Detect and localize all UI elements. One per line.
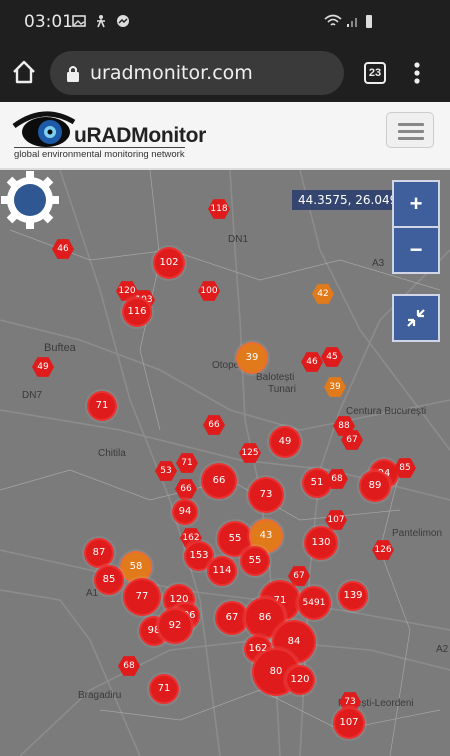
fullscreen-button[interactable]	[392, 294, 440, 342]
settings-gear-icon[interactable]	[0, 170, 60, 230]
zoom-out-button[interactable]: −	[392, 226, 440, 274]
site-header: uRADMonitor global environmental monitor…	[0, 102, 450, 170]
menu-bar-icon	[398, 123, 424, 126]
accessibility-icon	[97, 15, 105, 28]
map-label: Bragadiru	[78, 690, 122, 701]
map-label: DN7	[22, 390, 43, 401]
sensor-cluster-marker[interactable]: 77	[123, 578, 161, 616]
image-icon	[72, 15, 86, 27]
sensor-cluster-marker[interactable]: 102	[153, 247, 185, 279]
browser-toolbar: uradmonitor.com 23	[0, 44, 450, 102]
menu-bar-icon	[398, 130, 424, 133]
sensor-cluster-marker[interactable]: 92	[157, 608, 193, 644]
sensor-cluster-marker[interactable]: 71	[87, 391, 117, 421]
menu-bar-icon	[398, 137, 424, 140]
signal-icon	[347, 18, 357, 27]
more-options-icon[interactable]	[412, 60, 422, 86]
status-bar: 03:01	[0, 0, 450, 44]
brand-tagline: global environmental monitoring network	[14, 147, 185, 160]
map-canvas[interactable]: DN1 Buftea DN7 Otopeni Balotești Tunari …	[0, 170, 450, 756]
map-label: DN1	[228, 234, 249, 245]
status-time: 03:01	[24, 12, 73, 32]
home-icon[interactable]	[10, 58, 38, 86]
collapse-arrows-icon	[407, 309, 425, 327]
map-label: Chitila	[98, 448, 126, 459]
sensor-cluster-marker[interactable]: 130	[304, 526, 338, 560]
address-bar[interactable]: uradmonitor.com	[50, 51, 344, 95]
sensor-cluster-marker[interactable]: 51	[302, 468, 332, 498]
map-label: Centura București	[346, 406, 427, 417]
sensor-cluster-marker[interactable]: 116	[122, 297, 152, 327]
map-label: A3	[372, 258, 385, 269]
sensor-cluster-marker[interactable]: 5491	[297, 586, 331, 620]
url-text: uradmonitor.com	[90, 62, 253, 84]
brand-name[interactable]: uRADMonitor	[74, 124, 206, 148]
sensor-cluster-marker[interactable]: 114	[207, 556, 237, 586]
map-label: Balotești	[256, 372, 295, 383]
tab-switcher-button[interactable]: 23	[364, 62, 386, 84]
sensor-cluster-marker[interactable]: 120	[285, 665, 315, 695]
menu-toggle-button[interactable]	[386, 112, 434, 148]
map-label: Buftea	[44, 342, 76, 354]
sensor-cluster-marker[interactable]: 71	[149, 674, 179, 704]
sensor-cluster-marker[interactable]: 73	[248, 477, 284, 513]
sensor-cluster-marker[interactable]: 139	[338, 581, 368, 611]
sensor-cluster-marker[interactable]: 107	[333, 707, 365, 739]
sensor-cluster-marker[interactable]: 87	[84, 538, 114, 568]
messenger-icon	[117, 15, 129, 27]
sensor-cluster-marker[interactable]: 66	[201, 463, 237, 499]
sensor-cluster-marker[interactable]: 94	[172, 499, 198, 525]
lock-icon	[67, 66, 79, 82]
battery-icon	[366, 15, 372, 28]
sensor-cluster-marker[interactable]: 89	[359, 470, 391, 502]
sensor-cluster-marker[interactable]: 39	[236, 342, 268, 374]
sensor-cluster-marker[interactable]: 85	[94, 565, 124, 595]
sensor-cluster-marker[interactable]: 55	[240, 546, 270, 576]
map-label: Pantelimon	[392, 528, 443, 539]
sensor-cluster-marker[interactable]: 49	[269, 426, 301, 458]
map-label: A1	[86, 588, 99, 599]
zoom-in-button[interactable]: +	[392, 180, 440, 228]
map-label: Tunari	[268, 384, 296, 395]
map-label: A2	[436, 644, 449, 655]
wifi-icon	[324, 14, 342, 26]
eye-logo-icon[interactable]	[12, 108, 76, 152]
